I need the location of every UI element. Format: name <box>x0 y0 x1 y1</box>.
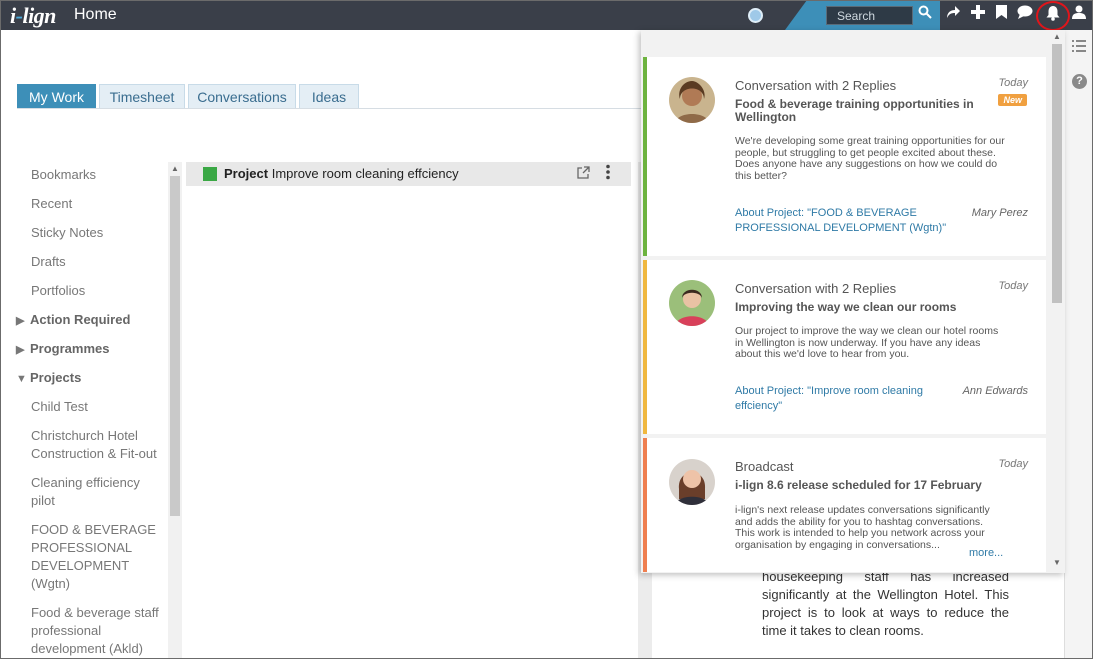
search-input[interactable] <box>826 6 913 25</box>
avatar <box>669 77 715 123</box>
notification-type: Conversation with 2 Replies <box>735 281 897 296</box>
project-status-square <box>203 167 217 181</box>
notification-date: Today <box>998 77 1028 89</box>
chat-icon[interactable] <box>1015 5 1035 25</box>
project-prefix: Project <box>224 166 269 181</box>
section-label: Action Required <box>30 312 131 327</box>
list-icon[interactable] <box>1072 39 1086 55</box>
more-link[interactable]: more... <box>969 547 1003 559</box>
user-icon[interactable] <box>1069 5 1089 25</box>
notification-scrollbar[interactable]: ▲ ▼ <box>1050 30 1064 573</box>
bell-highlight-ring <box>1036 1 1070 31</box>
sidebar-item-bookmarks[interactable]: Bookmarks <box>31 166 161 184</box>
sidebar-section-action-required[interactable]: ▶ Action Required <box>16 311 130 330</box>
sidebar-project-child-test[interactable]: Child Test <box>31 398 161 416</box>
project-header-row: Project Improve room cleaning effciency <box>186 162 631 186</box>
new-badge: New <box>998 94 1027 106</box>
sidebar-project-cleaning-pilot[interactable]: Cleaning efficiency pilot <box>31 474 161 510</box>
collapse-arrow-icon: ▼ <box>16 373 27 385</box>
scroll-down-icon[interactable]: ▼ <box>1053 558 1061 567</box>
notification-title[interactable]: Food & beverage training opportunities i… <box>735 98 985 124</box>
help-icon[interactable]: ? <box>1072 74 1087 89</box>
expand-arrow-icon: ▶ <box>16 315 25 327</box>
sidebar-item-recent[interactable]: Recent <box>31 195 161 213</box>
sidebar-scrollbar[interactable]: ▲ <box>168 162 182 659</box>
tab-timesheet[interactable]: Timesheet <box>99 84 185 109</box>
bookmark-icon[interactable] <box>991 5 1011 25</box>
notification-author: Ann Edwards <box>962 385 1028 397</box>
sidebar-item-sticky-notes[interactable]: Sticky Notes <box>31 224 161 242</box>
sidebar-project-fb-wgtn[interactable]: FOOD & BEVERAGE PROFESSIONAL DEVELOPMENT… <box>31 521 161 593</box>
project-link[interactable]: About Project: "Improve room cleaning ef… <box>735 384 950 414</box>
sidebar-project-fb-akld[interactable]: Food & beverage staff professional devel… <box>31 604 161 658</box>
notification-date: Today <box>998 458 1028 470</box>
tab-divider <box>17 108 642 109</box>
notification-body: i-lign's next release updates conversati… <box>735 504 990 551</box>
sidebar-item-drafts[interactable]: Drafts <box>31 253 161 271</box>
tab-conversations[interactable]: Conversations <box>188 84 296 109</box>
section-label: Programmes <box>30 341 110 356</box>
notification-author: Mary Perez <box>971 207 1028 219</box>
project-description: housekeeping staff has increased signifi… <box>762 569 1009 638</box>
notification-card[interactable]: Broadcast Today i-lign 8.6 release sched… <box>643 438 1046 572</box>
top-bar: i-lign Home <box>0 0 1093 31</box>
page-title: Home <box>74 6 117 23</box>
sidebar-item-portfolios[interactable]: Portfolios <box>31 282 161 300</box>
globe-icon[interactable] <box>748 8 763 23</box>
project-name: Improve room cleaning effciency <box>271 166 459 181</box>
notification-body: Our project to improve the way we clean … <box>735 325 999 360</box>
expand-arrow-icon: ▶ <box>16 344 25 356</box>
notification-date: Today <box>998 280 1028 292</box>
notification-type: Broadcast <box>735 459 794 474</box>
scroll-up-icon[interactable]: ▲ <box>1053 32 1061 41</box>
sidebar-section-programmes[interactable]: ▶ Programmes <box>16 340 109 359</box>
scroll-up-icon[interactable]: ▲ <box>171 164 179 173</box>
notification-title[interactable]: Improving the way we clean our rooms <box>735 301 985 314</box>
project-title: Project Improve room cleaning effciency <box>224 166 459 181</box>
notification-type: Conversation with 2 Replies <box>735 78 897 93</box>
scrollbar-thumb[interactable] <box>170 176 180 516</box>
section-label: Projects <box>30 370 82 385</box>
scrollbar-thumb[interactable] <box>1052 44 1062 303</box>
tab-my-work[interactable]: My Work <box>17 84 96 109</box>
app-logo[interactable]: i-lign <box>10 3 56 29</box>
notification-title[interactable]: i-lign 8.6 release scheduled for 17 Febr… <box>735 479 985 492</box>
avatar <box>669 459 715 505</box>
external-link-icon[interactable] <box>577 166 591 180</box>
sidebar-section-projects[interactable]: ▼ Projects <box>16 369 81 388</box>
project-link[interactable]: About Project: "FOOD & BEVERAGE PROFESSI… <box>735 206 950 236</box>
notification-card[interactable]: Conversation with 2 Replies Today New Fo… <box>643 57 1046 256</box>
plus-icon[interactable] <box>968 5 988 25</box>
right-rail: ? <box>1064 30 1093 659</box>
sidebar-project-christchurch[interactable]: Christchurch Hotel Construction & Fit-ou… <box>31 427 161 463</box>
avatar <box>669 280 715 326</box>
more-options-icon[interactable] <box>605 164 613 182</box>
notification-body: We're developing some great training opp… <box>735 135 1005 182</box>
notification-card[interactable]: Conversation with 2 Replies Today Improv… <box>643 260 1046 434</box>
share-icon[interactable] <box>943 5 963 25</box>
tab-ideas[interactable]: Ideas <box>299 84 359 109</box>
search-icon[interactable] <box>915 5 935 25</box>
